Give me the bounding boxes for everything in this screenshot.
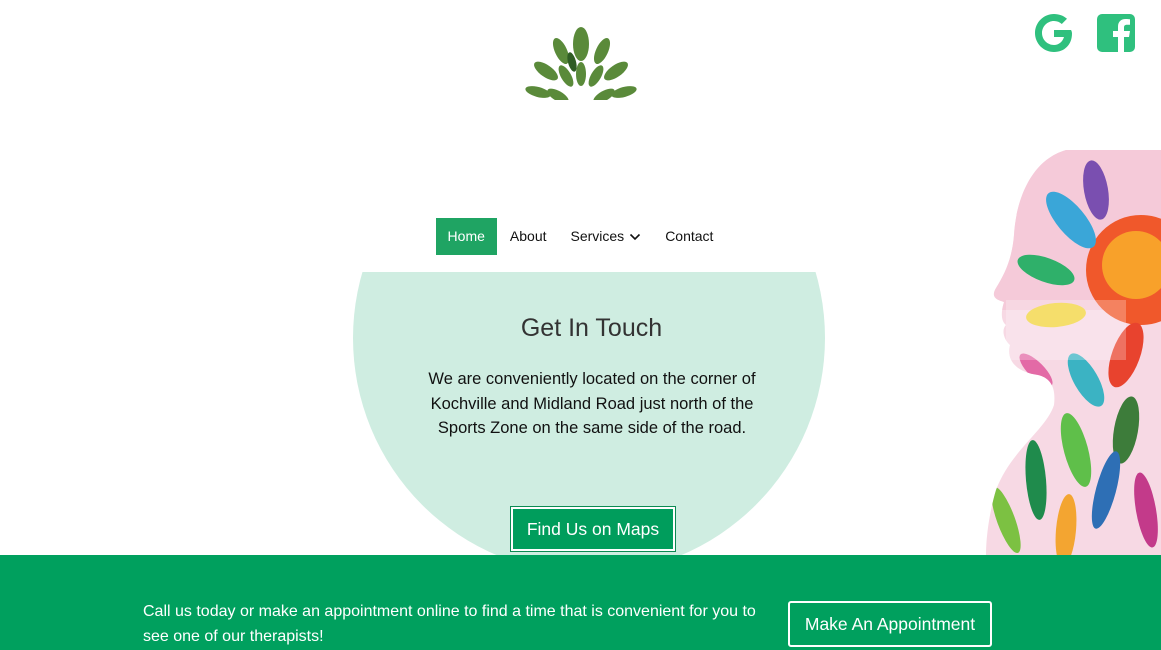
page: Tri-County Mental Health Home About Serv… bbox=[0, 0, 1161, 650]
make-appointment-button[interactable]: Make An Appointment bbox=[788, 601, 992, 647]
nav-item-services[interactable]: Services bbox=[559, 218, 654, 255]
nav-item-about[interactable]: About bbox=[498, 218, 559, 255]
watercolor-head-illustration bbox=[986, 150, 1161, 555]
nav-item-label: Services bbox=[570, 228, 625, 244]
find-us-on-maps-button[interactable]: Find Us on Maps bbox=[511, 507, 675, 551]
nav-item-home[interactable]: Home bbox=[435, 218, 497, 255]
hero-description: We are conveniently located on the corne… bbox=[428, 370, 756, 437]
chevron-down-icon bbox=[630, 233, 641, 240]
nav-item-label: Home bbox=[447, 228, 485, 244]
cta-text: Call us today or make an appointment onl… bbox=[143, 603, 756, 645]
nav-item-label: About bbox=[509, 228, 547, 244]
nav-item-label: Contact bbox=[665, 228, 714, 244]
nav-item-contact[interactable]: Contact bbox=[653, 218, 725, 255]
